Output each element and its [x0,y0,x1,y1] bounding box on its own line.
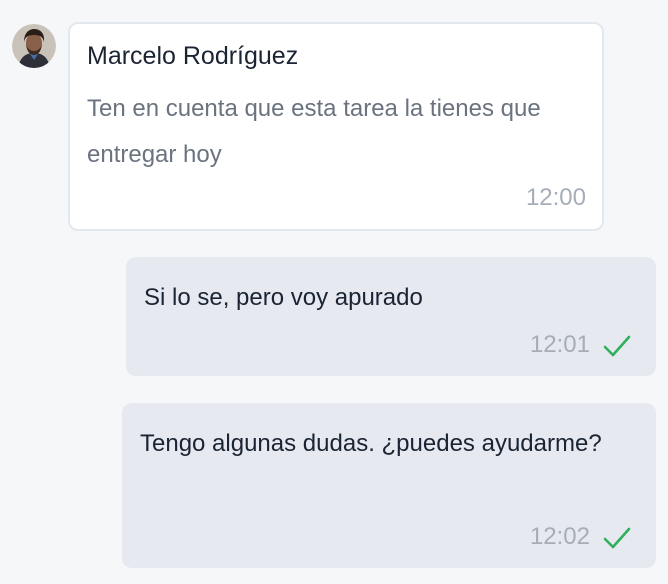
message-bubble-outgoing[interactable]: Tengo algunas dudas. ¿puedes ayudarme? 1… [122,403,656,568]
message-text: Tengo algunas dudas. ¿puedes ayudarme? [140,430,602,457]
user-avatar-icon [12,24,56,68]
message-timestamp: 12:00 [525,184,586,211]
check-icon [603,335,631,357]
message-timestamp: 12:02 [529,523,590,550]
check-icon [603,527,631,549]
message-timestamp: 12:01 [529,331,590,358]
message-bubble-incoming[interactable]: Marcelo Rodríguez Ten en cuenta que esta… [68,22,604,231]
sender-name: Marcelo Rodríguez [87,42,299,70]
sender-avatar[interactable] [12,24,56,68]
message-text: Si lo se, pero voy apurado [144,284,423,311]
message-bubble-outgoing[interactable]: Si lo se, pero voy apurado 12:01 [126,257,656,376]
message-text: Ten en cuenta que esta tarea la tienes q… [87,95,541,168]
